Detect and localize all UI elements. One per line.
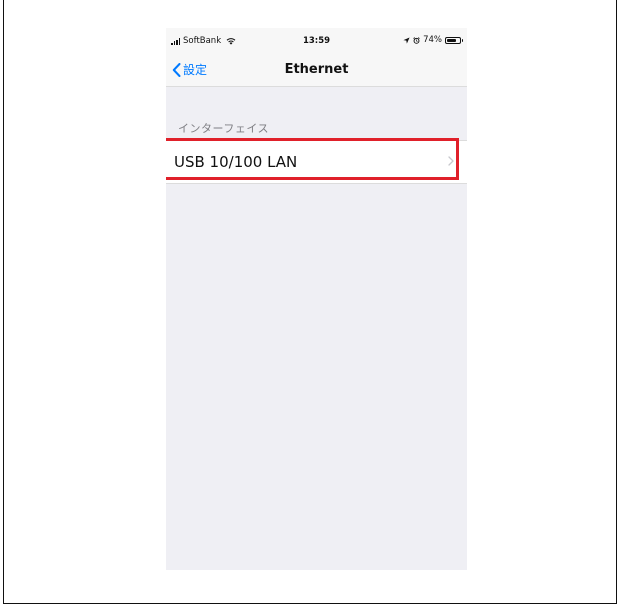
page-title: Ethernet [284,62,349,77]
location-arrow-icon [403,36,410,44]
top-bar: SoftBank 13:59 74% 設定 Ethernet [166,28,467,87]
battery-icon [445,36,463,44]
interface-list: USB 10/100 LAN [166,138,467,184]
screenshot-frame: SoftBank 13:59 74% 設定 Ethernet インターフェイス … [3,0,617,604]
navigation-bar: 設定 Ethernet [166,56,467,84]
section-header: インターフェイス [178,122,270,135]
list-item-label: USB 10/100 LAN [174,153,298,171]
battery-nub [461,39,463,42]
chevron-right-icon [448,156,454,166]
alarm-icon [413,36,420,44]
battery-level-fill [447,38,456,42]
battery-percent: 74% [423,35,442,45]
phone-screen: SoftBank 13:59 74% 設定 Ethernet インターフェイス … [166,28,467,570]
status-right: 74% [403,35,463,45]
status-bar: SoftBank 13:59 74% [166,28,467,48]
list-item-usb-lan[interactable]: USB 10/100 LAN [166,138,467,183]
